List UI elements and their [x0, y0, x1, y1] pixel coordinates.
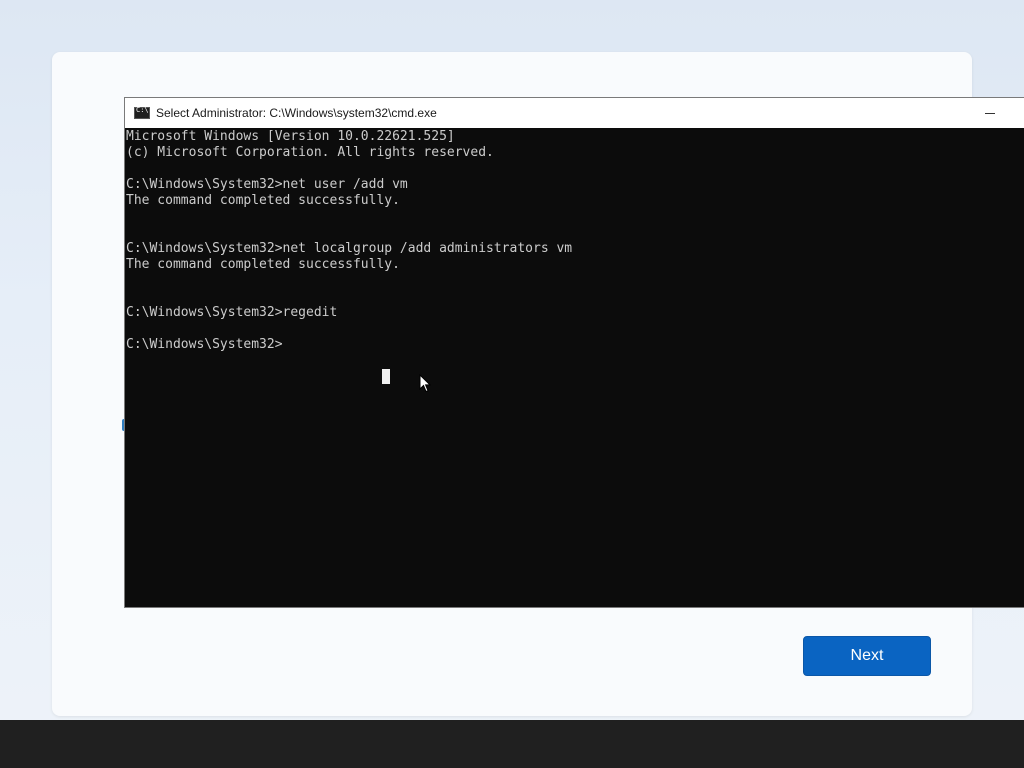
console-line: The command completed successfully.: [126, 193, 400, 208]
console-line: C:\Windows\System32>regedit: [126, 305, 338, 320]
taskbar: [0, 720, 1024, 768]
console-output[interactable]: Microsoft Windows [Version 10.0.22621.52…: [125, 129, 1024, 607]
minimize-button[interactable]: [975, 98, 1005, 128]
next-button[interactable]: Next: [803, 636, 931, 676]
cmd-window[interactable]: Select Administrator: C:\Windows\system3…: [124, 97, 1024, 608]
mouse-pointer-icon: [419, 374, 431, 393]
minimize-icon: [985, 112, 995, 114]
text-cursor: [382, 369, 390, 384]
console-line: C:\Windows\System32>net localgroup /add …: [126, 241, 573, 256]
console-line: C:\Windows\System32>: [126, 337, 283, 352]
console-line: The command completed successfully.: [126, 257, 400, 272]
console-line: Microsoft Windows [Version 10.0.22621.52…: [126, 129, 455, 144]
cmd-app-icon: [134, 106, 150, 119]
console-line: (c) Microsoft Corporation. All rights re…: [126, 145, 494, 160]
console-line: C:\Windows\System32>net user /add vm: [126, 177, 408, 192]
window-title: Select Administrator: C:\Windows\system3…: [156, 106, 437, 120]
window-titlebar[interactable]: Select Administrator: C:\Windows\system3…: [125, 98, 1024, 128]
